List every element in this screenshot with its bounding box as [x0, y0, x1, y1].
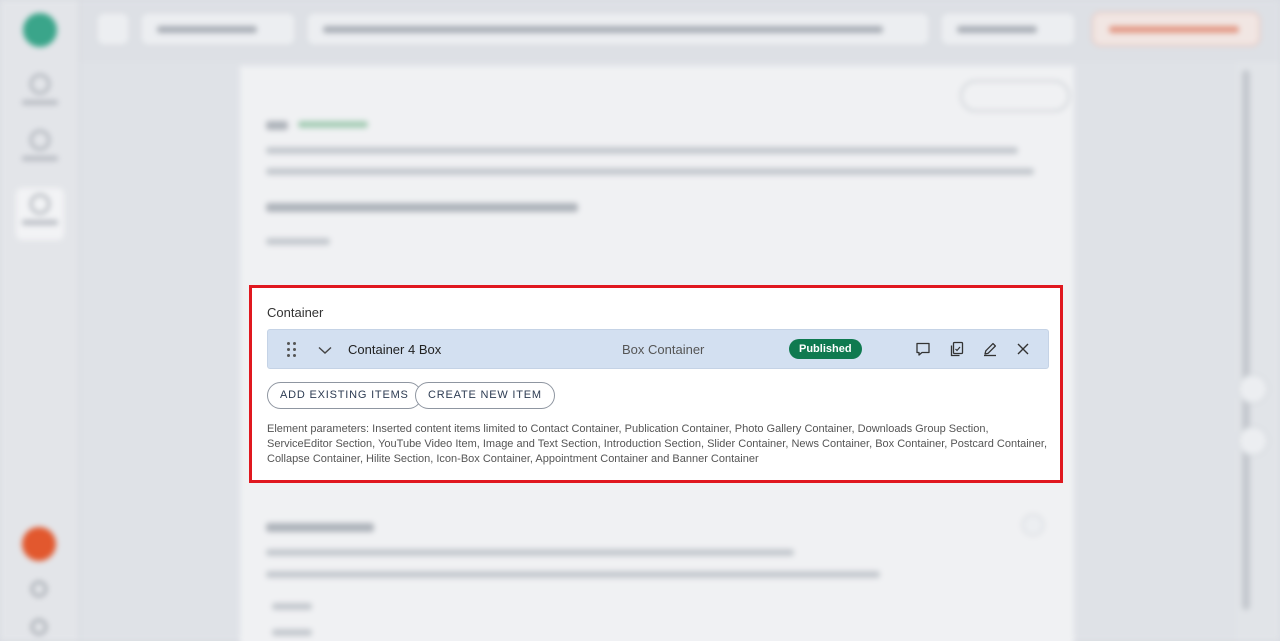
create-new-item-button[interactable]: CREATE NEW ITEM	[415, 382, 555, 409]
back-button[interactable]	[96, 12, 130, 46]
options-button[interactable]	[960, 80, 1070, 112]
sidebar-nav-item[interactable]	[16, 68, 64, 120]
sidebar-nav-item-active[interactable]	[16, 188, 64, 240]
close-icon[interactable]	[1014, 340, 1032, 358]
drag-handle-icon[interactable]	[287, 342, 297, 358]
breadcrumb	[306, 12, 930, 46]
container-panel: Container Container 4 Box Box Container …	[249, 285, 1063, 483]
publish-button[interactable]	[1092, 12, 1260, 46]
top-bar	[80, 0, 1280, 62]
sidebar-nav-item[interactable]	[16, 124, 64, 176]
add-existing-items-button[interactable]: ADD EXISTING ITEMS	[267, 382, 422, 409]
add-icon[interactable]	[1022, 514, 1044, 536]
pin-icon[interactable]	[1238, 426, 1268, 456]
container-item-row[interactable]: Container 4 Box Box Container Published	[267, 329, 1049, 369]
copy-icon[interactable]	[948, 340, 966, 358]
app-logo	[23, 13, 57, 47]
edit-icon[interactable]	[981, 340, 999, 358]
scrollbar[interactable]	[1242, 70, 1250, 610]
help-icon[interactable]	[31, 581, 47, 597]
site-selector[interactable]	[140, 12, 296, 46]
collapse-icon[interactable]	[1238, 374, 1268, 404]
element-parameters-text: Element parameters: Inserted content ite…	[267, 423, 1048, 465]
item-name: Container 4 Box	[348, 342, 442, 357]
panel-title: Container	[267, 305, 324, 320]
chevron-down-icon[interactable]	[318, 343, 332, 357]
item-type: Box Container	[622, 342, 705, 357]
sidebar	[0, 0, 80, 641]
status-badge: Published	[789, 339, 862, 359]
view-selector[interactable]	[940, 12, 1076, 46]
notification-icon[interactable]	[31, 619, 47, 635]
comment-icon[interactable]	[914, 340, 932, 358]
floating-action-button[interactable]	[22, 527, 56, 561]
